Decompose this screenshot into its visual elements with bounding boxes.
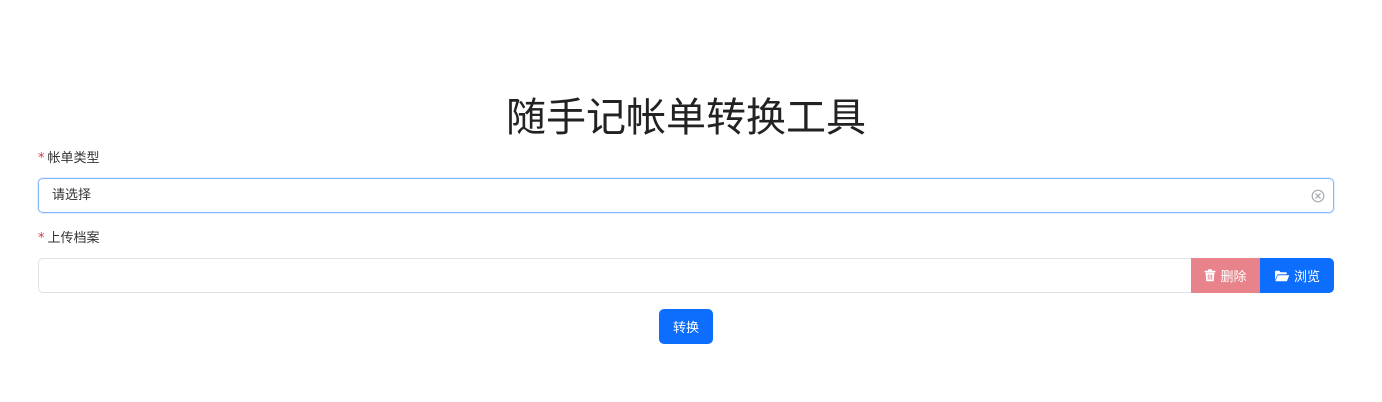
- bill-type-label: * 帐单类型: [38, 151, 100, 167]
- delete-button[interactable]: 删除: [1191, 258, 1260, 293]
- page: 随手记帐单转换工具 * 帐单类型 请选择 * 上传档案 删除 浏览 转换: [0, 0, 1382, 402]
- file-path-input[interactable]: [38, 258, 1191, 293]
- bill-type-select[interactable]: 请选择: [38, 178, 1334, 213]
- bill-type-select-value: 请选择: [52, 188, 92, 203]
- convert-button[interactable]: 转换: [659, 309, 713, 344]
- bill-type-label-text: 帐单类型: [47, 151, 100, 166]
- browse-button-label: 浏览: [1293, 270, 1320, 285]
- browse-button[interactable]: 浏览: [1260, 258, 1334, 293]
- upload-label-text: 上传档案: [47, 231, 100, 246]
- delete-button-label: 删除: [1220, 270, 1247, 285]
- trash-icon: [1204, 269, 1216, 282]
- folder-open-icon: [1274, 270, 1290, 282]
- upload-label: * 上传档案: [38, 231, 100, 247]
- page-title: 随手记帐单转换工具: [506, 95, 866, 141]
- circle-x-icon[interactable]: [1311, 188, 1325, 203]
- required-mark: *: [38, 151, 45, 166]
- required-mark: *: [38, 231, 45, 246]
- file-upload-group: 删除 浏览: [38, 258, 1334, 293]
